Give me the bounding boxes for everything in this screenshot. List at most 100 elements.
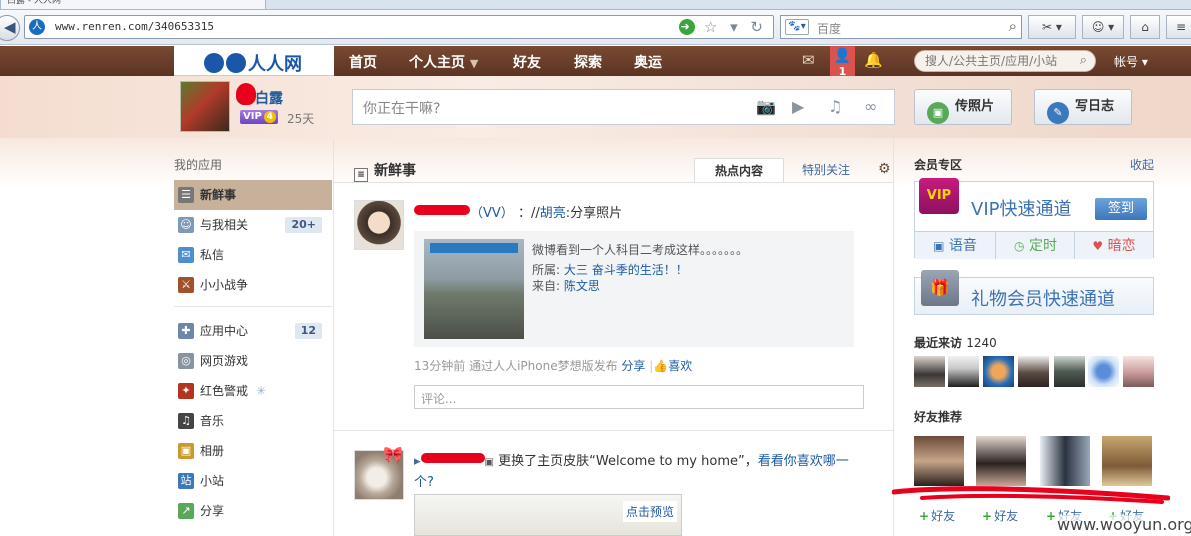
voice-button[interactable]: ▣ 语音 [915, 231, 995, 259]
sidebar-item-app-center[interactable]: ✚ 应用中心 12 [174, 316, 332, 346]
recommend-avatar[interactable] [976, 436, 1026, 486]
post-avatar[interactable] [354, 200, 404, 250]
baidu-paw-icon[interactable]: 🐾▾ [785, 19, 809, 35]
back-button[interactable]: ◀ [0, 15, 20, 41]
browser-tab[interactable]: 白露 - 人人网 [0, 0, 266, 10]
vip-level: 4 [263, 111, 276, 123]
write-blog-button[interactable]: ✎ 写日志 [1034, 89, 1132, 125]
browser-search-input[interactable]: 百度 [817, 20, 841, 37]
browser-search-bar[interactable]: 🐾▾ 百度 ⌕ [780, 15, 1022, 39]
sign-in-button[interactable]: 签到 [1095, 198, 1147, 220]
renren-logo[interactable]: 人人网 [174, 46, 334, 76]
sidebar-item-mentions[interactable]: ☺ 与我相关 20+ [174, 210, 332, 240]
like-link[interactable]: 喜欢 [668, 359, 692, 373]
visitor-avatar[interactable] [1088, 356, 1119, 387]
user-name[interactable]: 白露 [255, 88, 283, 108]
sidebar-item-label: 分享 [200, 504, 225, 518]
collapse-link[interactable]: 收起 [1130, 156, 1154, 173]
recommend-avatar[interactable] [1102, 436, 1152, 486]
feed-divider [334, 182, 893, 183]
recommend-avatar[interactable] [914, 436, 964, 486]
visitor-avatar[interactable] [914, 356, 945, 387]
source-link[interactable]: 陈文思 [564, 279, 600, 293]
visitor-avatar[interactable] [1054, 356, 1085, 387]
music-icon[interactable]: ♫ [828, 97, 864, 116]
site-search-input[interactable]: 搜人/公共主页/应用/小站 ⌕ [914, 50, 1096, 72]
bookmark-star-icon[interactable]: ☆ [704, 18, 721, 36]
crush-button[interactable]: ♥ 暗恋 [1074, 231, 1153, 259]
link-icon[interactable]: ∞ [864, 97, 900, 116]
screenshot-tool-button[interactable]: ✂ ▾ [1028, 15, 1076, 39]
search-icon[interactable]: ⌕ [1009, 17, 1017, 35]
addon-button[interactable]: ☺ ▾ [1082, 15, 1124, 39]
nav-friends[interactable]: 好友 [513, 52, 541, 72]
author-suffix[interactable]: （VV） [470, 206, 514, 221]
add-friend-button[interactable]: +好友 [919, 507, 955, 524]
album-link[interactable]: 大三 奋斗季的生活！！ [564, 263, 688, 277]
recommend-avatar[interactable] [1040, 436, 1090, 486]
gear-icon[interactable]: ⚙ [878, 161, 891, 177]
comment-input[interactable]: 评论... [414, 385, 864, 409]
url-text[interactable]: www.renren.com/340653315 [55, 20, 214, 33]
nav-profile[interactable]: 个人主页 ▼ [409, 52, 478, 72]
reload-icon[interactable]: ↻ [750, 18, 767, 36]
home-button[interactable]: ⌂ [1130, 15, 1160, 39]
video-icon[interactable]: ▶ [792, 97, 828, 116]
nav-home[interactable]: 首页 [349, 52, 377, 72]
visitor-avatar[interactable] [1123, 356, 1154, 387]
sidebar-item-newsfeed[interactable]: ☰ 新鲜事 [174, 180, 332, 210]
like-icon: 👍 [653, 359, 669, 373]
post-action: :分享照片 [565, 206, 623, 221]
shared-photo-card[interactable]: 微博看到一个人科目二考成这样。。。。。。。 所属: 大三 奋斗季的生活！！ 来自… [414, 231, 854, 347]
visitor-avatar[interactable] [983, 356, 1014, 387]
add-friend-label: 好友 [994, 509, 1019, 523]
gift-fast-card[interactable]: 🎁 礼物会员快速通道 [914, 270, 1154, 315]
post-avatar[interactable]: 🎀 [354, 445, 404, 500]
sidebar-item-music[interactable]: ♫ 音乐 [174, 406, 332, 436]
sidebar-item-albums[interactable]: ▣ 相册 [174, 436, 332, 466]
preview-button[interactable]: 点击预览 [623, 501, 678, 522]
post-meta: 13分钟前 通过人人iPhone梦想版发布 分享 |👍喜欢 [414, 359, 693, 373]
sidebar-item-web-games[interactable]: ◎ 网页游戏 [174, 346, 332, 376]
upload-photo-button[interactable]: ▣ 传照片 [914, 89, 1012, 125]
via-name[interactable]: 胡亮 [540, 206, 566, 221]
search-icon[interactable]: ⌕ [1080, 51, 1087, 71]
bell-icon[interactable]: 🔔 [864, 51, 883, 69]
shared-photo-thumbnail[interactable] [424, 239, 524, 339]
sidebar-item-messages[interactable]: ✉ 私信 [174, 240, 332, 270]
vip-fast-card[interactable]: VIP VIP快速通道 签到 ▣ 语音 ◷ 定时 ♥ 暗恋 [914, 178, 1154, 259]
visitor-avatar[interactable] [1018, 356, 1049, 387]
sidebar-item-share[interactable]: ↗ 分享 [174, 496, 332, 526]
vip-fast-label[interactable]: VIP快速通道 [971, 195, 1071, 221]
url-actions: ➜ ☆ ▾ ↻ [679, 18, 767, 36]
plus-icon: + [982, 509, 993, 523]
vip-badge[interactable]: VIP 4 [240, 110, 278, 124]
go-icon[interactable]: ➜ [679, 19, 696, 35]
avatar[interactable] [180, 81, 230, 132]
column-divider [333, 138, 334, 536]
gift-label[interactable]: 礼物会员快速通道 [971, 285, 1115, 311]
heart-icon: ♥ [1092, 239, 1104, 253]
via-prefix: ：// [517, 206, 540, 221]
sidebar-item-red-alert[interactable]: ✦ 红色警戒 ✳ [174, 376, 332, 406]
skin-preview-card[interactable]: 点击预览 [414, 494, 682, 536]
add-friend-button[interactable]: +好友 [982, 507, 1018, 524]
address-bar[interactable]: 人 www.renren.com/340653315 ➜ ☆ ▾ ↻ [24, 15, 774, 39]
message-icon[interactable]: ✉ [802, 51, 815, 69]
camera-icon[interactable]: 📷 [756, 97, 792, 116]
nav-explore[interactable]: 探索 [574, 52, 602, 72]
share-link[interactable]: 分享 [621, 359, 645, 373]
menu-button[interactable]: ≡ [1166, 15, 1191, 39]
visitor-avatar[interactable] [948, 356, 979, 387]
nav-olympics[interactable]: 奥运 [634, 52, 662, 72]
timer-button[interactable]: ◷ 定时 [995, 231, 1075, 259]
account-menu[interactable]: 帐号 ▾ [1114, 53, 1148, 70]
tab-hot[interactable]: 热点内容 [694, 158, 784, 182]
tab-special[interactable]: 特别关注 [790, 158, 862, 182]
sidebar-item-small-war[interactable]: ⚔ 小小战争 [174, 270, 332, 300]
column-divider [893, 138, 894, 536]
redaction-mark [236, 83, 256, 105]
sidebar-item-site[interactable]: 站 小站 [174, 466, 332, 496]
dropdown-icon[interactable]: ▾ [730, 18, 742, 36]
browser-tabstrip: 白露 - 人人网 [0, 0, 1191, 10]
